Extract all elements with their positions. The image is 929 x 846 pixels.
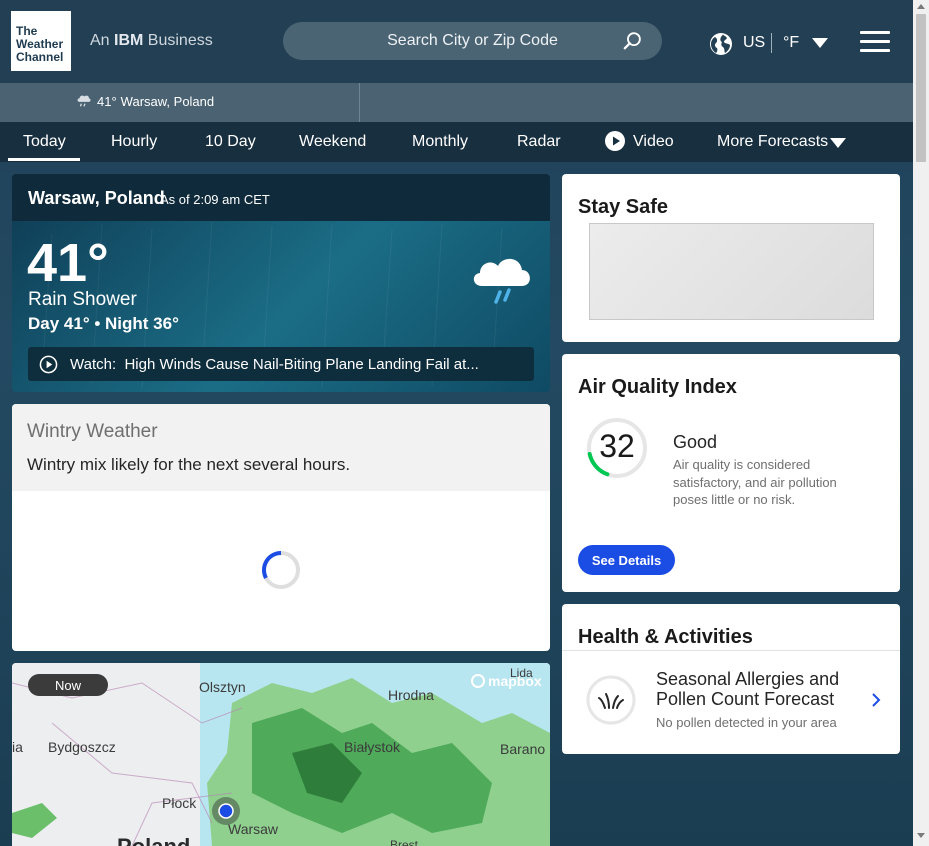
health-divider: [562, 650, 900, 651]
rain-shower-icon: [473, 258, 530, 304]
see-details-button[interactable]: See Details: [578, 545, 675, 575]
nav-item-radar[interactable]: Radar: [517, 133, 561, 151]
search-input[interactable]: Search City or Zip Code: [283, 22, 662, 60]
mapbox-icon: [471, 674, 485, 688]
nav-active-indicator: [8, 158, 80, 161]
logo-line-3: Channel: [16, 50, 64, 64]
current-conditions-header: Warsaw, Poland As of 2:09 am CET: [12, 174, 550, 221]
health-activities-title: Health & Activities: [578, 626, 753, 648]
scrollbar-thumb[interactable]: [916, 14, 926, 162]
pollen-forecast-subtitle: No pollen detected in your area: [656, 715, 837, 730]
play-circle-icon: [39, 355, 58, 374]
nav-item-more-forecasts[interactable]: More Forecasts: [717, 133, 828, 151]
map-label-ia: ia: [12, 739, 23, 755]
radar-map[interactable]: Now mapbox Olsztyn Lida Hrodna ia Bydgos…: [12, 663, 550, 846]
nav-item-today[interactable]: Today: [23, 133, 66, 151]
weather-channel-logo[interactable]: The Weather Channel: [11, 11, 71, 71]
recent-locations-bar: 41° Warsaw, Poland: [0, 83, 913, 122]
wintry-weather-message: Wintry mix likely for the next several h…: [27, 455, 351, 474]
map-label-bialystok: Białystok: [344, 739, 401, 755]
air-quality-title: Air Quality Index: [578, 376, 737, 398]
health-activities-card: Health & Activities Seasonal Allergies a…: [562, 604, 900, 754]
air-quality-description: Air quality is considered satisfactory, …: [673, 457, 837, 507]
weather-phrase: Rain Shower: [28, 289, 137, 310]
locale-separator: [771, 33, 772, 53]
current-city: Warsaw, Poland: [28, 188, 165, 208]
scroll-up-arrow-icon[interactable]: [917, 4, 925, 9]
location-bar-divider: [359, 83, 360, 122]
map-label-brest: Brest: [390, 838, 419, 846]
nav-item-monthly[interactable]: Monthly: [412, 133, 468, 151]
map-label-olsztyn: Olsztyn: [199, 679, 246, 695]
top-header: The Weather Channel An IBM Business Sear…: [0, 0, 913, 83]
nav-item-weekend[interactable]: Weekend: [299, 133, 366, 151]
map-label-plock: Płock: [162, 795, 197, 811]
scroll-down-arrow-icon[interactable]: [917, 833, 925, 838]
loading-spinner-icon: [262, 551, 300, 589]
map-label-barano: Barano: [500, 741, 546, 757]
recent-location-item[interactable]: 41° Warsaw, Poland: [75, 93, 214, 109]
map-label-warsaw: Warsaw: [228, 821, 279, 837]
watch-video-text: Watch: High Winds Cause Nail-Biting Plan…: [70, 356, 479, 373]
observation-time: As of 2:09 am CET: [160, 192, 270, 207]
ibm-business-label: An IBM Business: [90, 32, 213, 49]
play-icon[interactable]: [605, 131, 625, 151]
map-label-lida: Lida: [510, 666, 533, 680]
recent-location-city: Warsaw, Poland: [120, 93, 215, 109]
air-quality-value: 32: [599, 428, 635, 464]
watch-video-bar[interactable]: Watch: High Winds Cause Nail-Biting Plan…: [28, 347, 534, 381]
air-quality-card: Air Quality Index 32 Good Air quality is…: [562, 354, 900, 592]
stay-safe-card: Stay Safe: [562, 174, 900, 342]
air-quality-status: Good: [673, 432, 718, 452]
map-label-hrodna: Hrodna: [388, 687, 434, 703]
search-icon[interactable]: [622, 30, 644, 52]
stay-safe-title: Stay Safe: [578, 196, 669, 218]
forecast-nav: Today Hourly 10 Day Weekend Monthly Rada…: [0, 122, 913, 162]
recent-location-temp: 41°: [97, 93, 117, 109]
unit-selector[interactable]: °F: [783, 34, 799, 52]
caret-down-icon[interactable]: [830, 138, 846, 148]
map-label-poland: Poland: [117, 834, 190, 846]
globe-icon[interactable]: [709, 32, 733, 56]
pollen-forecast-title: Seasonal Allergies and Pollen Count Fore…: [656, 669, 840, 709]
wintry-weather-card: Wintry Weather Wintry mix likely for the…: [12, 404, 550, 651]
nav-item-video[interactable]: Video: [633, 133, 674, 151]
radar-time-badge: Now: [28, 674, 108, 696]
nav-item-10-day[interactable]: 10 Day: [205, 133, 256, 151]
day-night-temps: Day 41° • Night 36°: [28, 314, 179, 333]
caret-down-icon[interactable]: [812, 38, 828, 48]
current-conditions-card: Warsaw, Poland As of 2:09 am CET 41° Rai…: [12, 174, 550, 392]
hamburger-menu-icon[interactable]: [860, 31, 890, 53]
wintry-weather-title: Wintry Weather: [27, 421, 158, 442]
search-placeholder: Search City or Zip Code: [387, 32, 558, 49]
page-scrollbar[interactable]: [913, 0, 929, 846]
stay-safe-image[interactable]: [589, 223, 874, 320]
pollen-grass-icon: [586, 675, 636, 725]
map-label-bydgoszcz: Bydgoszcz: [48, 739, 116, 755]
current-temperature: 41°: [27, 233, 109, 293]
rain-cloud-icon: [77, 95, 91, 107]
locale-selector[interactable]: US: [743, 34, 765, 52]
chevron-right-icon[interactable]: [870, 691, 882, 709]
wintry-weather-header: Wintry Weather Wintry mix likely for the…: [12, 404, 550, 491]
nav-item-hourly[interactable]: Hourly: [111, 133, 157, 151]
